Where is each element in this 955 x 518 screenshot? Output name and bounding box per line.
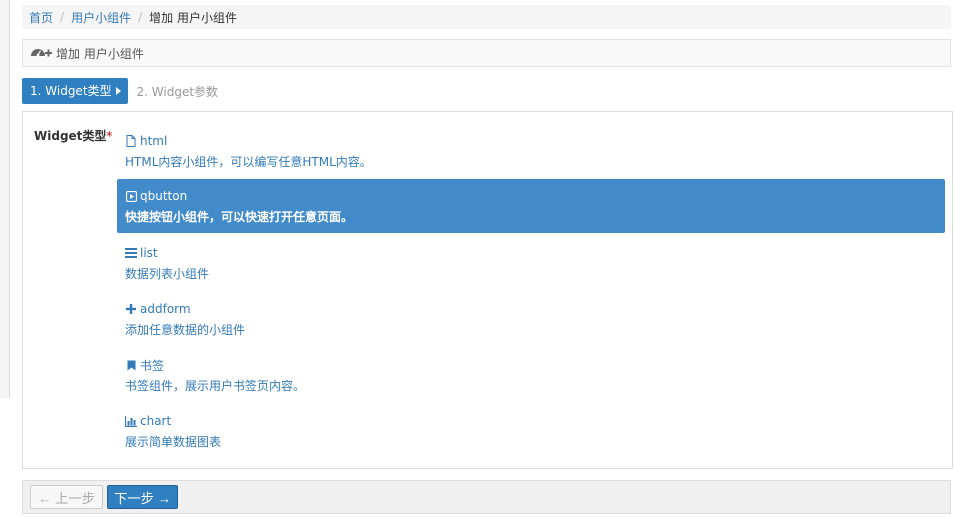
wizard-steps: 1. Widget类型 2. Widget参数 bbox=[22, 78, 218, 104]
option-desc: 展示简单数据图表 bbox=[125, 435, 222, 449]
option-addform[interactable]: addform 添加任意数据的小组件 bbox=[117, 292, 945, 346]
breadcrumb-current: 增加 用户小组件 bbox=[149, 10, 237, 25]
option-title: list bbox=[140, 246, 158, 260]
breadcrumb-separator: / bbox=[60, 10, 65, 24]
bar-chart-icon bbox=[125, 415, 137, 427]
option-desc: 快捷按钮小组件，可以快速打开任意页面。 bbox=[125, 210, 354, 224]
breadcrumb: 首页 / 用户小组件 / 增加 用户小组件 bbox=[22, 5, 951, 29]
bookmark-icon bbox=[125, 359, 137, 371]
play-square-icon bbox=[125, 190, 137, 202]
option-title: chart bbox=[140, 414, 172, 428]
breadcrumb-home-link[interactable]: 首页 bbox=[29, 9, 53, 26]
widget-type-form: Widget类型* html HTML内容小组件，可以编写任意HTML内容。 q… bbox=[22, 111, 953, 469]
option-html[interactable]: html HTML内容小组件，可以编写任意HTML内容。 bbox=[117, 124, 945, 178]
step-active-label: 1. Widget类型 bbox=[30, 84, 112, 98]
option-desc: HTML内容小组件，可以编写任意HTML内容。 bbox=[125, 155, 372, 169]
required-mark: * bbox=[106, 129, 113, 143]
file-icon bbox=[125, 135, 137, 147]
form-footer: ← 上一步 下一步 → bbox=[22, 480, 951, 514]
option-bookmark[interactable]: 书签 书签组件，展示用户书签页内容。 bbox=[117, 348, 945, 402]
widget-type-label: Widget类型* bbox=[34, 127, 112, 144]
step-widget-type[interactable]: 1. Widget类型 bbox=[22, 78, 128, 104]
panel-title: 增加 用户小组件 bbox=[56, 46, 144, 61]
field-label-text: Widget类型 bbox=[34, 129, 107, 143]
option-title: 书签 bbox=[140, 358, 165, 373]
option-desc: 数据列表小组件 bbox=[125, 267, 210, 281]
panel-heading: 增加 用户小组件 bbox=[22, 39, 951, 67]
breadcrumb-widgets-link[interactable]: 用户小组件 bbox=[71, 9, 131, 26]
dashboard-plus-icon bbox=[30, 46, 52, 61]
option-title: qbutton bbox=[140, 189, 188, 203]
option-list[interactable]: list 数据列表小组件 bbox=[117, 236, 945, 290]
caret-right-icon bbox=[115, 87, 121, 95]
step-widget-params[interactable]: 2. Widget参数 bbox=[137, 83, 219, 100]
option-desc: 书签组件，展示用户书签页内容。 bbox=[125, 379, 306, 393]
next-button[interactable]: 下一步 → bbox=[107, 485, 179, 509]
option-title: html bbox=[140, 134, 168, 148]
option-chart[interactable]: chart 展示简单数据图表 bbox=[117, 404, 945, 458]
breadcrumb-separator: / bbox=[138, 10, 143, 24]
list-icon bbox=[125, 247, 137, 259]
previous-button[interactable]: ← 上一步 bbox=[30, 485, 104, 509]
option-qbutton[interactable]: qbutton 快捷按钮小组件，可以快速打开任意页面。 bbox=[117, 179, 945, 233]
left-sidebar-rail bbox=[0, 0, 10, 398]
option-desc: 添加任意数据的小组件 bbox=[125, 323, 246, 337]
plus-icon bbox=[125, 303, 137, 315]
option-title: addform bbox=[140, 302, 191, 316]
